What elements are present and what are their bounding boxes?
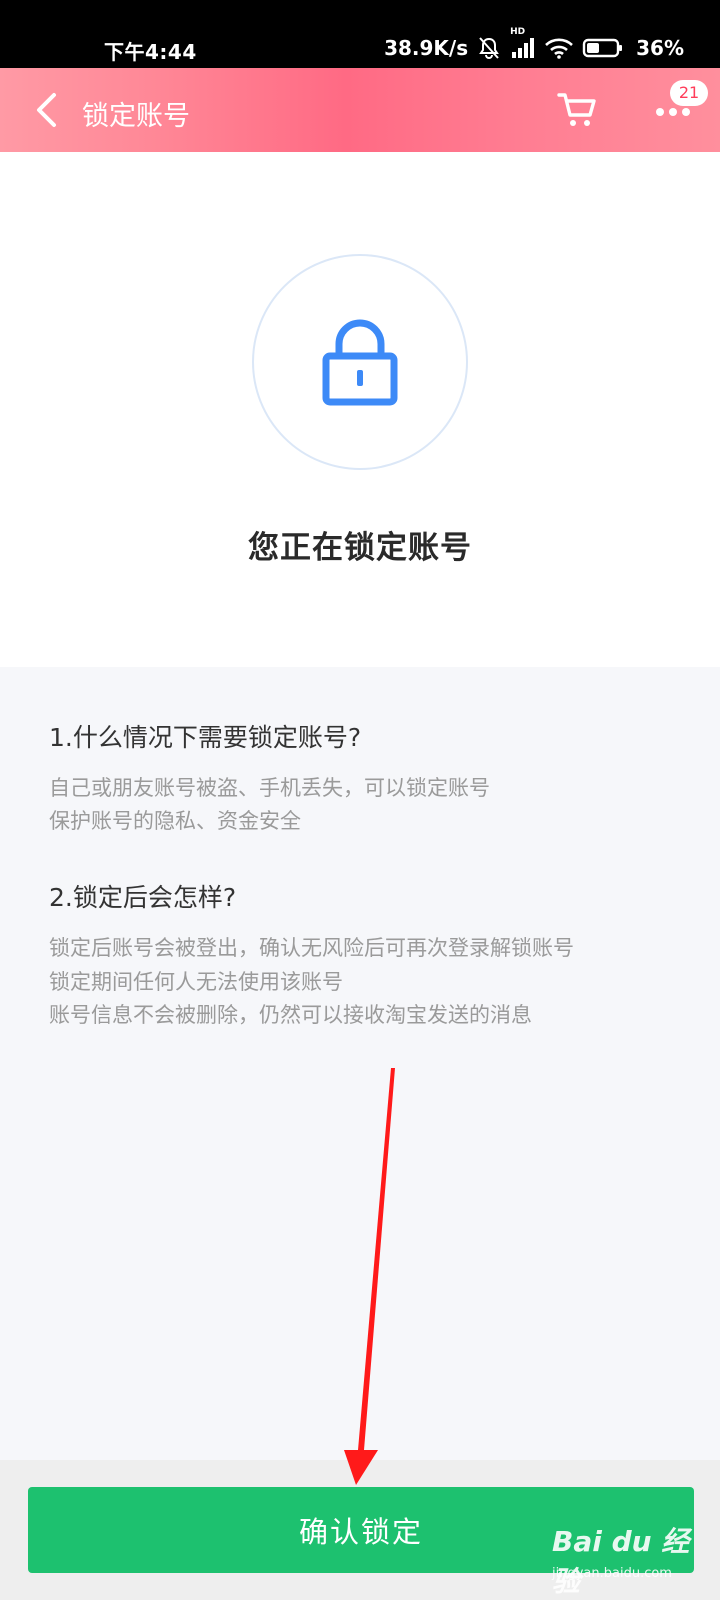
hero-title: 您正在锁定账号 <box>248 530 472 566</box>
status-icons: 38.9K/s HD 36% <box>384 27 684 60</box>
info-heading-2: 2.锁定后会怎样? <box>49 883 237 912</box>
cart-icon <box>557 93 596 126</box>
info-line: 保护账号的隐私、资金安全 <box>49 809 301 833</box>
status-time: 下午4:44 <box>104 40 197 64</box>
info-heading-1: 1.什么情况下需要锁定账号? <box>49 723 362 752</box>
mute-bell-icon <box>476 36 502 60</box>
info-line: 账号信息不会被删除，仍然可以接收淘宝发送的消息 <box>49 1003 532 1027</box>
header-bar: 锁定账号 21 <box>0 68 720 152</box>
watermark-main: Bai du 经验 <box>552 1525 690 1598</box>
notification-badge: 21 <box>670 80 708 106</box>
watermark-logo: Bai du 经验 jingyan.baidu.com <box>552 1520 712 1598</box>
net-speed: 38.9K/s <box>384 36 469 60</box>
back-button[interactable] <box>26 88 66 132</box>
battery-icon <box>582 37 624 59</box>
status-bar: 下午4:44 38.9K/s HD 36% <box>0 0 720 68</box>
wifi-icon <box>544 37 574 59</box>
cart-button[interactable] <box>556 88 600 132</box>
lock-circle <box>252 254 468 470</box>
chevron-left-icon <box>37 93 56 127</box>
info-line: 锁定后账号会被登出，确认无风险后可再次登录解锁账号 <box>49 936 574 960</box>
info-line: 锁定期间任何人无法使用该账号 <box>49 970 343 994</box>
signal-icon: HD <box>510 27 536 59</box>
lock-icon <box>322 319 398 406</box>
page-title: 锁定账号 <box>82 101 190 132</box>
hero-section: 您正在锁定账号 <box>0 152 720 667</box>
info-line: 自己或朋友账号被盗、手机丢失，可以锁定账号 <box>49 776 490 800</box>
watermark-url: jingyan.baidu.com <box>552 1566 672 1581</box>
battery-percent: 36% <box>636 36 684 60</box>
hd-label: HD <box>510 27 526 37</box>
